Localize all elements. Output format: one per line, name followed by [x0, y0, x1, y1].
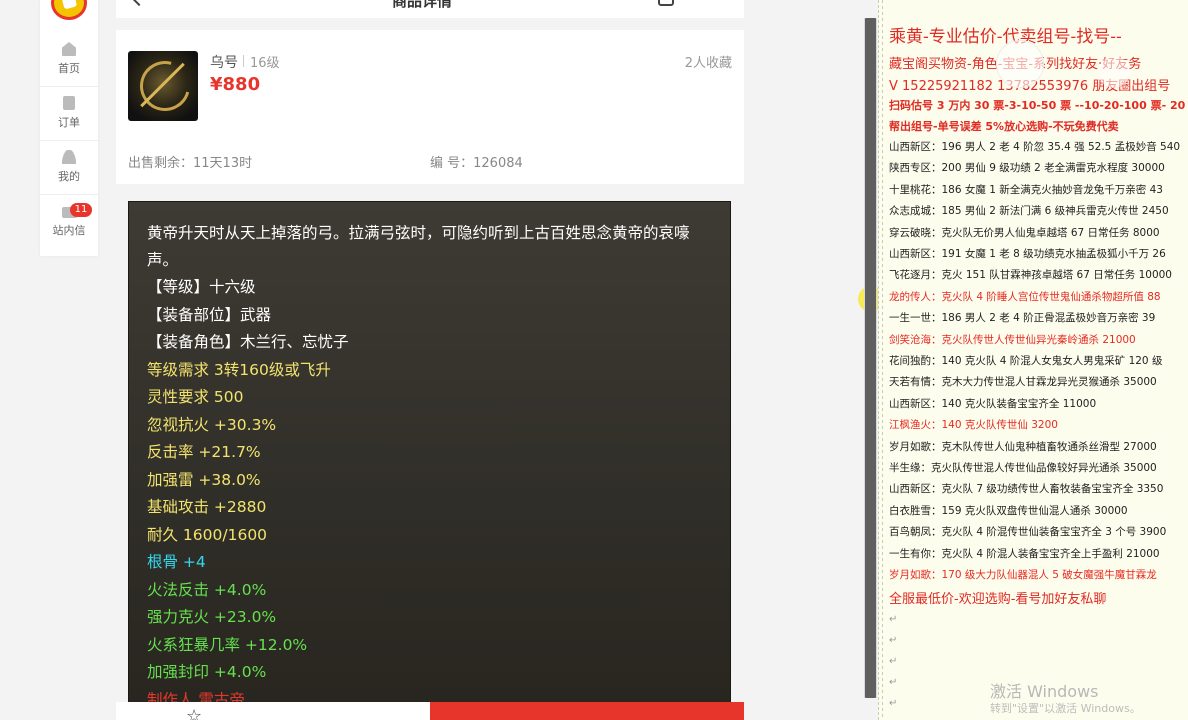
notes-line: 山西新区：191 女魔 1 老 8 级功绩克水抽孟极狐小千万 26: [889, 248, 1166, 260]
notes-line: 岁月如歌：克木队传世人仙鬼种植畜牧通杀丝滑型 27000: [889, 440, 1157, 453]
notes-line: 半生缘：克火队传世混人传世仙品像较好异光通杀 35000: [889, 462, 1157, 474]
star-icon[interactable]: ☆: [186, 708, 204, 720]
user-icon: [62, 150, 76, 164]
order-icon: [63, 96, 75, 110]
divider: [40, 140, 98, 141]
notes-line: 帮出组号-单号误差 5%放心选购-不玩免费代卖: [889, 120, 1119, 133]
sidebar-item-label: 订单: [58, 116, 80, 129]
product-price: ¥880: [210, 74, 261, 95]
attribute-line: 【装备部位】武器: [147, 305, 272, 324]
attribute-line: 忽视抗火 +30.3%: [147, 415, 277, 434]
sidebar-item-mine[interactable]: 我的: [40, 150, 98, 198]
attribute-line: 加强封印 +4.0%: [147, 663, 267, 681]
attribute-line: 火系狂暴几率 +12.0%: [147, 635, 308, 654]
attribute-line: 根骨 +4: [147, 553, 206, 571]
scrollbar-thumb[interactable]: [865, 18, 876, 698]
left-sidebar: 首页 订单 我的 站内信 11: [40, 0, 98, 256]
notes-line: 十里桃花：186 女魔 1 新全满克火抽妙音龙兔千万亲密 43: [889, 183, 1163, 196]
paragraph-mark: ↵: [889, 634, 898, 646]
attribute-line: 加强雷 +38.0%: [147, 470, 261, 489]
notes-line: 百鸟朝凤：克火队 4 阶混传世仙装备宝宝齐全 3 个号 3900: [889, 526, 1167, 539]
attribute-line: 【等级】十六级: [147, 278, 256, 296]
notes-line: 天若有情：克木大力传世混人甘霖龙异光灵猴通杀 35000: [889, 376, 1157, 389]
notes-line: 剑笑沧海：克火队传世人传世仙异光秦岭通杀 21000: [889, 333, 1136, 346]
home-icon: [62, 42, 76, 56]
divider: [40, 194, 98, 195]
serial-number: 编 号：126084: [430, 156, 523, 171]
sidebar-item-home[interactable]: 首页: [40, 42, 98, 90]
attribute-line: 等级需求 3转160级或飞升: [147, 360, 331, 379]
notes-line: 全服最低价-欢迎选购-看号加好友私聊: [889, 592, 1107, 608]
item-intro: 黄帝升天时从天上掉落的弓。拉满弓弦时，可隐约听到上古百姓思念黄帝的哀嚎声。: [147, 224, 690, 269]
collect-count: 2人收藏: [684, 56, 732, 71]
overlay-circle-icon: [996, 40, 1044, 88]
notes-line: 飞花逐月：克火 151 队甘霖神孩卓越塔 67 日常任务 10000: [889, 269, 1172, 282]
notes-line: 山西新区：140 克火队装备宝宝齐全 11000: [889, 397, 1097, 410]
attribute-list: 【等级】十六级 【装备部位】武器【装备角色】木兰行、忘忧子 等级需求 3转160级或…: [147, 274, 712, 705]
activation-watermark-subtitle: 转到"设置"以激活 Windows。: [990, 702, 1141, 715]
divider: [40, 86, 98, 87]
notes-title: 乘黄-专业估价-代卖组号-找号--: [889, 27, 1122, 47]
notes-line: 一生有你：克火队 4 阶混人装备宝宝齐全上手盈利 21000: [889, 547, 1160, 560]
header-bar: 商品详情: [116, 0, 744, 18]
paragraph-mark: ↵: [889, 697, 898, 709]
notes-line: 白衣胜雪：159 克火队双盘传世仙混人通杀 30000: [889, 504, 1128, 517]
sidebar-item-label: 我的: [58, 170, 80, 183]
paragraph-mark: ↵: [889, 676, 898, 688]
attribute-line: 【装备角色】木兰行、忘忧子: [147, 333, 349, 351]
attribute-line: 基础攻击 +2880: [147, 498, 267, 516]
notes-line: 山西新区：克火队 7 级功绩传世人畜牧装备宝宝齐全 3350: [889, 483, 1164, 496]
paragraph-mark: ↵: [889, 655, 898, 667]
bottom-action-bar: ☆: [116, 702, 744, 720]
favorite-icon[interactable]: [658, 0, 674, 6]
notes-line: 扫码估号 3 万内 30 票-3-10-50 票 --10-20-100 票- …: [889, 99, 1188, 112]
notes-line: 一生一世：186 男人 2 老 4 阶正骨混孟极妙音万亲密 39: [889, 312, 1156, 325]
notes-line: 穿云破晓：克火队无价男人仙鬼卓越塔 67 日常任务 8000: [889, 226, 1160, 239]
item-description-panel: 黄帝升天时从天上掉落的弓。拉满弓弦时，可隐约听到上古百姓思念黄帝的哀嚎声。 【等…: [128, 201, 731, 706]
notes-line: 江枫渔火：140 克火队传世仙 3200: [889, 419, 1058, 432]
product-name: 乌号: [210, 55, 238, 71]
notes-line: 龙的传人：克火队 4 阶睡人宫位传世鬼仙通杀物超所值 88: [889, 290, 1161, 303]
page-title: 商品详情: [392, 0, 453, 10]
notes-line: 山西新区：196 男人 2 老 4 阶忽 35.4 强 52.5 孟极妙音 54…: [889, 141, 1181, 153]
product-image[interactable]: [128, 51, 198, 121]
notes-line: 众志成城：185 男仙 2 新法门满 6 级神兵雷克火传世 2450: [889, 205, 1169, 218]
attribute-line: 耐久 1600/1600: [147, 525, 268, 544]
attribute-line: 强力克火 +23.0%: [147, 608, 277, 626]
paragraph-mark: ↵: [889, 613, 898, 625]
sidebar-item-orders[interactable]: 订单: [40, 96, 98, 144]
margin-line: [882, 0, 883, 720]
sale-remaining: 出售剩余：11天13时: [128, 156, 253, 171]
buy-button[interactable]: [430, 702, 744, 720]
attribute-line: 反击率 +21.7%: [147, 443, 261, 461]
app-logo-icon[interactable]: [51, 0, 87, 20]
sidebar-item-label: 首页: [58, 62, 80, 75]
message-count-badge: 11: [70, 203, 92, 217]
activation-watermark-title: 激活 Windows: [990, 682, 1099, 701]
overlay-circle-icon: [1098, 56, 1130, 88]
notes-line: 花间独酌：140 克火队 4 阶混人女鬼女人男鬼采矿 120 级: [889, 355, 1163, 367]
attribute-line: 灵性要求 500: [147, 388, 244, 406]
product-card: 乌号 16级 ¥880 2人收藏 出售剩余：11天13时 编 号：126084: [116, 30, 744, 184]
notes-line: 岁月如歌：170 级大力队仙器混人 5 破女魔强牛魔甘霖龙: [889, 569, 1157, 581]
back-arrow-icon[interactable]: [131, 0, 147, 7]
product-level: 16级: [243, 52, 280, 71]
sidebar-item-label: 站内信: [52, 224, 86, 237]
attribute-line: 火法反击 +4.0%: [147, 580, 267, 599]
notes-line: 陕西专区：200 男仙 9 级功绩 2 老全满雷克水程度 30000: [889, 162, 1165, 175]
